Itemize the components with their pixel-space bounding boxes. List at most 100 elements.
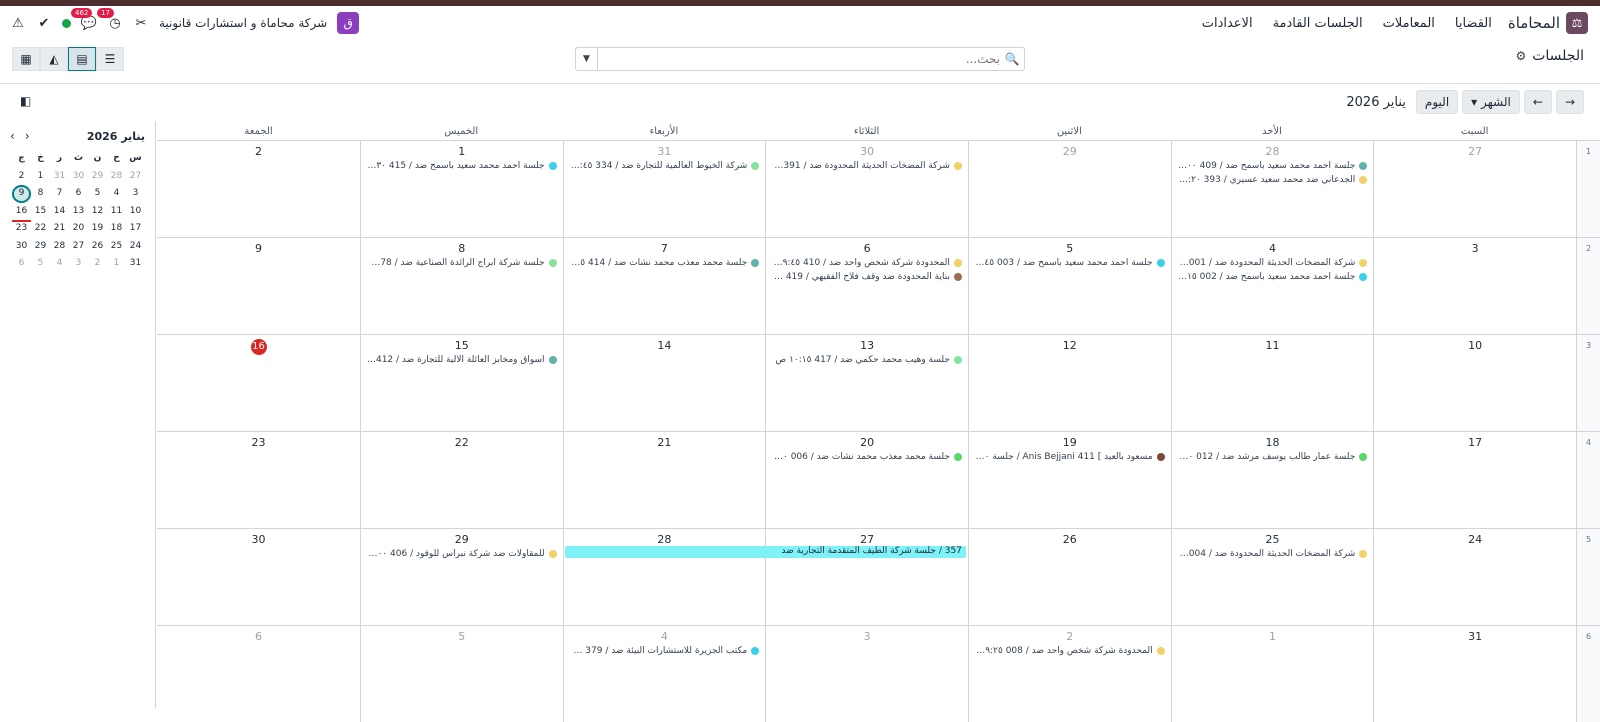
mini-day[interactable]: 10 bbox=[126, 203, 145, 221]
calendar-event[interactable]: المحدودة شركة شخص واحد ضد / 410 ٠٩:٤٥ ص bbox=[766, 256, 968, 270]
day-cell[interactable]: 28 جلسة احمد محمد سعيد باسمح ضد / 409 ١٠:… bbox=[1170, 141, 1374, 237]
calendar-event[interactable]: الجدعاني ضد محمد سعيد عسيري / 393 ١١:٢٠ … bbox=[1172, 173, 1374, 187]
mini-day[interactable]: 4 bbox=[107, 185, 126, 203]
presence-status-icon[interactable] bbox=[62, 18, 71, 28]
day-cell[interactable]: 22 bbox=[359, 432, 563, 528]
calendar-event[interactable]: شركة الخيوط العالمية للتجارة ضد / 334 ٠٧… bbox=[564, 159, 766, 173]
list-view-icon[interactable]: ☰ bbox=[96, 47, 124, 71]
day-cell[interactable]: 27 bbox=[1373, 141, 1576, 237]
mini-day[interactable]: 17 bbox=[126, 220, 145, 238]
warning-icon[interactable]: ⚠ bbox=[10, 16, 26, 31]
day-cell[interactable]: 18 جلسة عمار طالب يوسف مرشد ضد / 012 ١٠:٠… bbox=[1170, 432, 1374, 528]
calendar-event[interactable]: جلسة محمد معذب محمد نشات ضد / 414 ٠٧:٤٥ … bbox=[564, 256, 766, 270]
calendar-event[interactable]: المحدودة شركة شخص واحد ضد / 008 ٠٩:٢٥ ص bbox=[969, 644, 1171, 658]
search-icon[interactable]: 🔍 bbox=[1000, 52, 1024, 66]
mini-day[interactable]: 28 bbox=[50, 238, 69, 256]
day-cell[interactable]: 24 bbox=[1373, 529, 1576, 625]
messages-icon[interactable]: 💬 462 bbox=[71, 7, 97, 31]
day-cell[interactable]: 21 bbox=[562, 432, 766, 528]
menu-item-settings[interactable]: الاعدادات bbox=[1202, 16, 1253, 31]
day-cell[interactable]: 15 اسواق ومخابز العائلة الالية للتجارة ضد… bbox=[359, 335, 563, 431]
scale-dropdown[interactable]: الشهر ▾ bbox=[1462, 90, 1520, 114]
graph-view-icon[interactable]: ◭ bbox=[40, 47, 68, 71]
debug-tools-icon[interactable]: ✂ bbox=[133, 16, 149, 31]
day-cell[interactable]: 25 شركة المضخات الحديثة المحدودة ضد / 004… bbox=[1170, 529, 1374, 625]
menu-item-upcoming-sessions[interactable]: الجلسات القادمة bbox=[1273, 16, 1363, 31]
day-cell[interactable]: 28 bbox=[562, 529, 766, 625]
mini-day[interactable]: 22 bbox=[31, 220, 50, 238]
sidebar-toggle-icon[interactable]: ◧ bbox=[20, 94, 31, 108]
mini-day[interactable]: 1 bbox=[31, 168, 50, 186]
search-input[interactable] bbox=[598, 52, 1000, 66]
mini-day[interactable]: 8 bbox=[31, 185, 50, 203]
mini-day[interactable]: 3 bbox=[69, 255, 88, 273]
mini-day[interactable]: 15 bbox=[31, 203, 50, 221]
mini-day[interactable]: 4 bbox=[50, 255, 69, 273]
gear-icon[interactable]: ⚙ bbox=[1515, 49, 1526, 63]
mini-day[interactable]: 7 bbox=[50, 185, 69, 203]
day-cell[interactable]: 2 bbox=[157, 141, 360, 237]
day-cell[interactable]: 17 bbox=[1373, 432, 1576, 528]
calendar-event[interactable]: جلسة احمد محمد سعيد باسمح ضد / 002 ٠٩:١٥… bbox=[1172, 270, 1374, 284]
mini-day[interactable]: 23 bbox=[12, 220, 31, 238]
day-cell[interactable]: 3 bbox=[1373, 238, 1576, 334]
calendar-event[interactable]: مكتب الجزيرة للاستشارات البيئة ضد / 379 … bbox=[564, 644, 766, 658]
mini-day[interactable]: 1 bbox=[107, 255, 126, 273]
day-cell[interactable]: 8 جلسة شركة ابراج الرائدة الصناعية ضد / 3… bbox=[359, 238, 563, 334]
day-cell[interactable]: 14 bbox=[562, 335, 766, 431]
calendar-event[interactable]: مسعود بالعيد ] Anis Bejjani 411 / جلسة ٠… bbox=[969, 450, 1171, 464]
calendar-view-icon[interactable]: ▤ bbox=[68, 47, 96, 71]
calendar-event[interactable]: شركة المضخات الحديثة المحدودة ضد / 004 ١… bbox=[1172, 547, 1374, 561]
calendar-event[interactable]: جلسة احمد محمد سعيد باسمح ضد / 415 ٠٧:٣٠… bbox=[361, 159, 563, 173]
mini-day[interactable]: 29 bbox=[88, 168, 107, 186]
today-button[interactable]: اليوم bbox=[1415, 90, 1459, 114]
mini-day[interactable]: 31 bbox=[50, 168, 69, 186]
day-cell[interactable]: 30 شركة المضخات الحديثة المحدودة ضد / 391… bbox=[765, 141, 968, 237]
company-name[interactable]: شركة محاماة و استشارات قانونية bbox=[159, 16, 327, 30]
day-cell[interactable]: 30 bbox=[157, 529, 360, 625]
day-cell[interactable]: 27 bbox=[765, 529, 968, 625]
mini-day[interactable]: 28 bbox=[107, 168, 126, 186]
day-cell[interactable]: 29 bbox=[967, 141, 1171, 237]
mini-day[interactable]: 5 bbox=[31, 255, 50, 273]
mini-day[interactable]: 19 bbox=[88, 220, 107, 238]
mini-day[interactable]: 16 bbox=[12, 203, 31, 221]
mini-day[interactable]: 11 bbox=[107, 203, 126, 221]
calendar-event[interactable]: جلسة وهيب محمد حكمي ضد / 417 ١٠:١٥ ص bbox=[766, 353, 968, 367]
pivot-view-icon[interactable]: ▦ bbox=[12, 47, 40, 71]
day-cell[interactable]: 9 bbox=[157, 238, 360, 334]
mini-day[interactable]: 31 bbox=[126, 255, 145, 273]
mini-day[interactable]: 30 bbox=[69, 168, 88, 186]
mini-day[interactable]: 12 bbox=[88, 203, 107, 221]
mini-day[interactable]: 6 bbox=[69, 185, 88, 203]
calendar-event[interactable]: جلسة احمد محمد سعيد باسمح ضد / 003 ٠٨:٤٥… bbox=[969, 256, 1171, 270]
calendar-event[interactable]: جلسة شركة ابراج الرائدة الصناعية ضد / 37… bbox=[361, 256, 563, 270]
day-cell[interactable]: 20 جلسة محمد معذب محمد نشات ضد / 006 ٠٨:٠… bbox=[765, 432, 968, 528]
calendar-event[interactable]: جلسة محمد معذب محمد نشات ضد / 006 ٠٨:٠٠ … bbox=[766, 450, 968, 464]
calendar-event[interactable]: اسواق ومخابز العائلة الالية للتجارة ضد /… bbox=[361, 353, 563, 367]
mini-next-icon[interactable]: › bbox=[25, 129, 30, 143]
calendar-event[interactable]: جلسة احمد محمد سعيد باسمح ضد / 409 ١٠:٠٠… bbox=[1172, 159, 1374, 173]
day-cell[interactable]: 1 جلسة احمد محمد سعيد باسمح ضد / 415 ٠٧:٣… bbox=[359, 141, 563, 237]
mini-day[interactable]: 24 bbox=[126, 238, 145, 256]
day-cell[interactable]: 13 جلسة وهيب محمد حكمي ضد / 417 ١٠:١٥ ص bbox=[765, 335, 968, 431]
search-options-toggle-icon[interactable]: ▼ bbox=[576, 48, 598, 70]
mini-day[interactable]: 30 bbox=[12, 238, 31, 256]
day-cell[interactable]: 6 المحدودة شركة شخص واحد ضد / 410 ٠٩:٤٥ ص… bbox=[765, 238, 968, 334]
mini-day[interactable]: 20 bbox=[69, 220, 88, 238]
app-title[interactable]: المحاماة bbox=[1508, 14, 1560, 32]
calendar-event[interactable]: شركة المضخات الحديثة المحدودة ضد / 001 ١… bbox=[1172, 256, 1374, 270]
calendar-event[interactable]: بناية المحدودة ضد وقف فلاح الفقيهي / 419… bbox=[766, 270, 968, 284]
day-cell[interactable]: 4 شركة المضخات الحديثة المحدودة ضد / 001 … bbox=[1170, 238, 1374, 334]
mini-day[interactable]: 29 bbox=[31, 238, 50, 256]
prev-arrow-icon[interactable]: ← bbox=[1523, 90, 1552, 114]
mini-day[interactable]: 2 bbox=[12, 168, 31, 186]
app-logo-icon[interactable]: ⚖ bbox=[1566, 12, 1588, 34]
company-avatar[interactable]: ق bbox=[337, 12, 360, 34]
activity-clock-icon[interactable]: ◷ 17 bbox=[97, 7, 123, 31]
mini-day[interactable]: 14 bbox=[50, 203, 69, 221]
mini-day[interactable]: 26 bbox=[88, 238, 107, 256]
day-cell[interactable]: 11 bbox=[1170, 335, 1374, 431]
mini-day[interactable]: 2 bbox=[88, 255, 107, 273]
day-cell[interactable]: 7 جلسة محمد معذب محمد نشات ضد / 414 ٠٧:٤٥… bbox=[562, 238, 766, 334]
